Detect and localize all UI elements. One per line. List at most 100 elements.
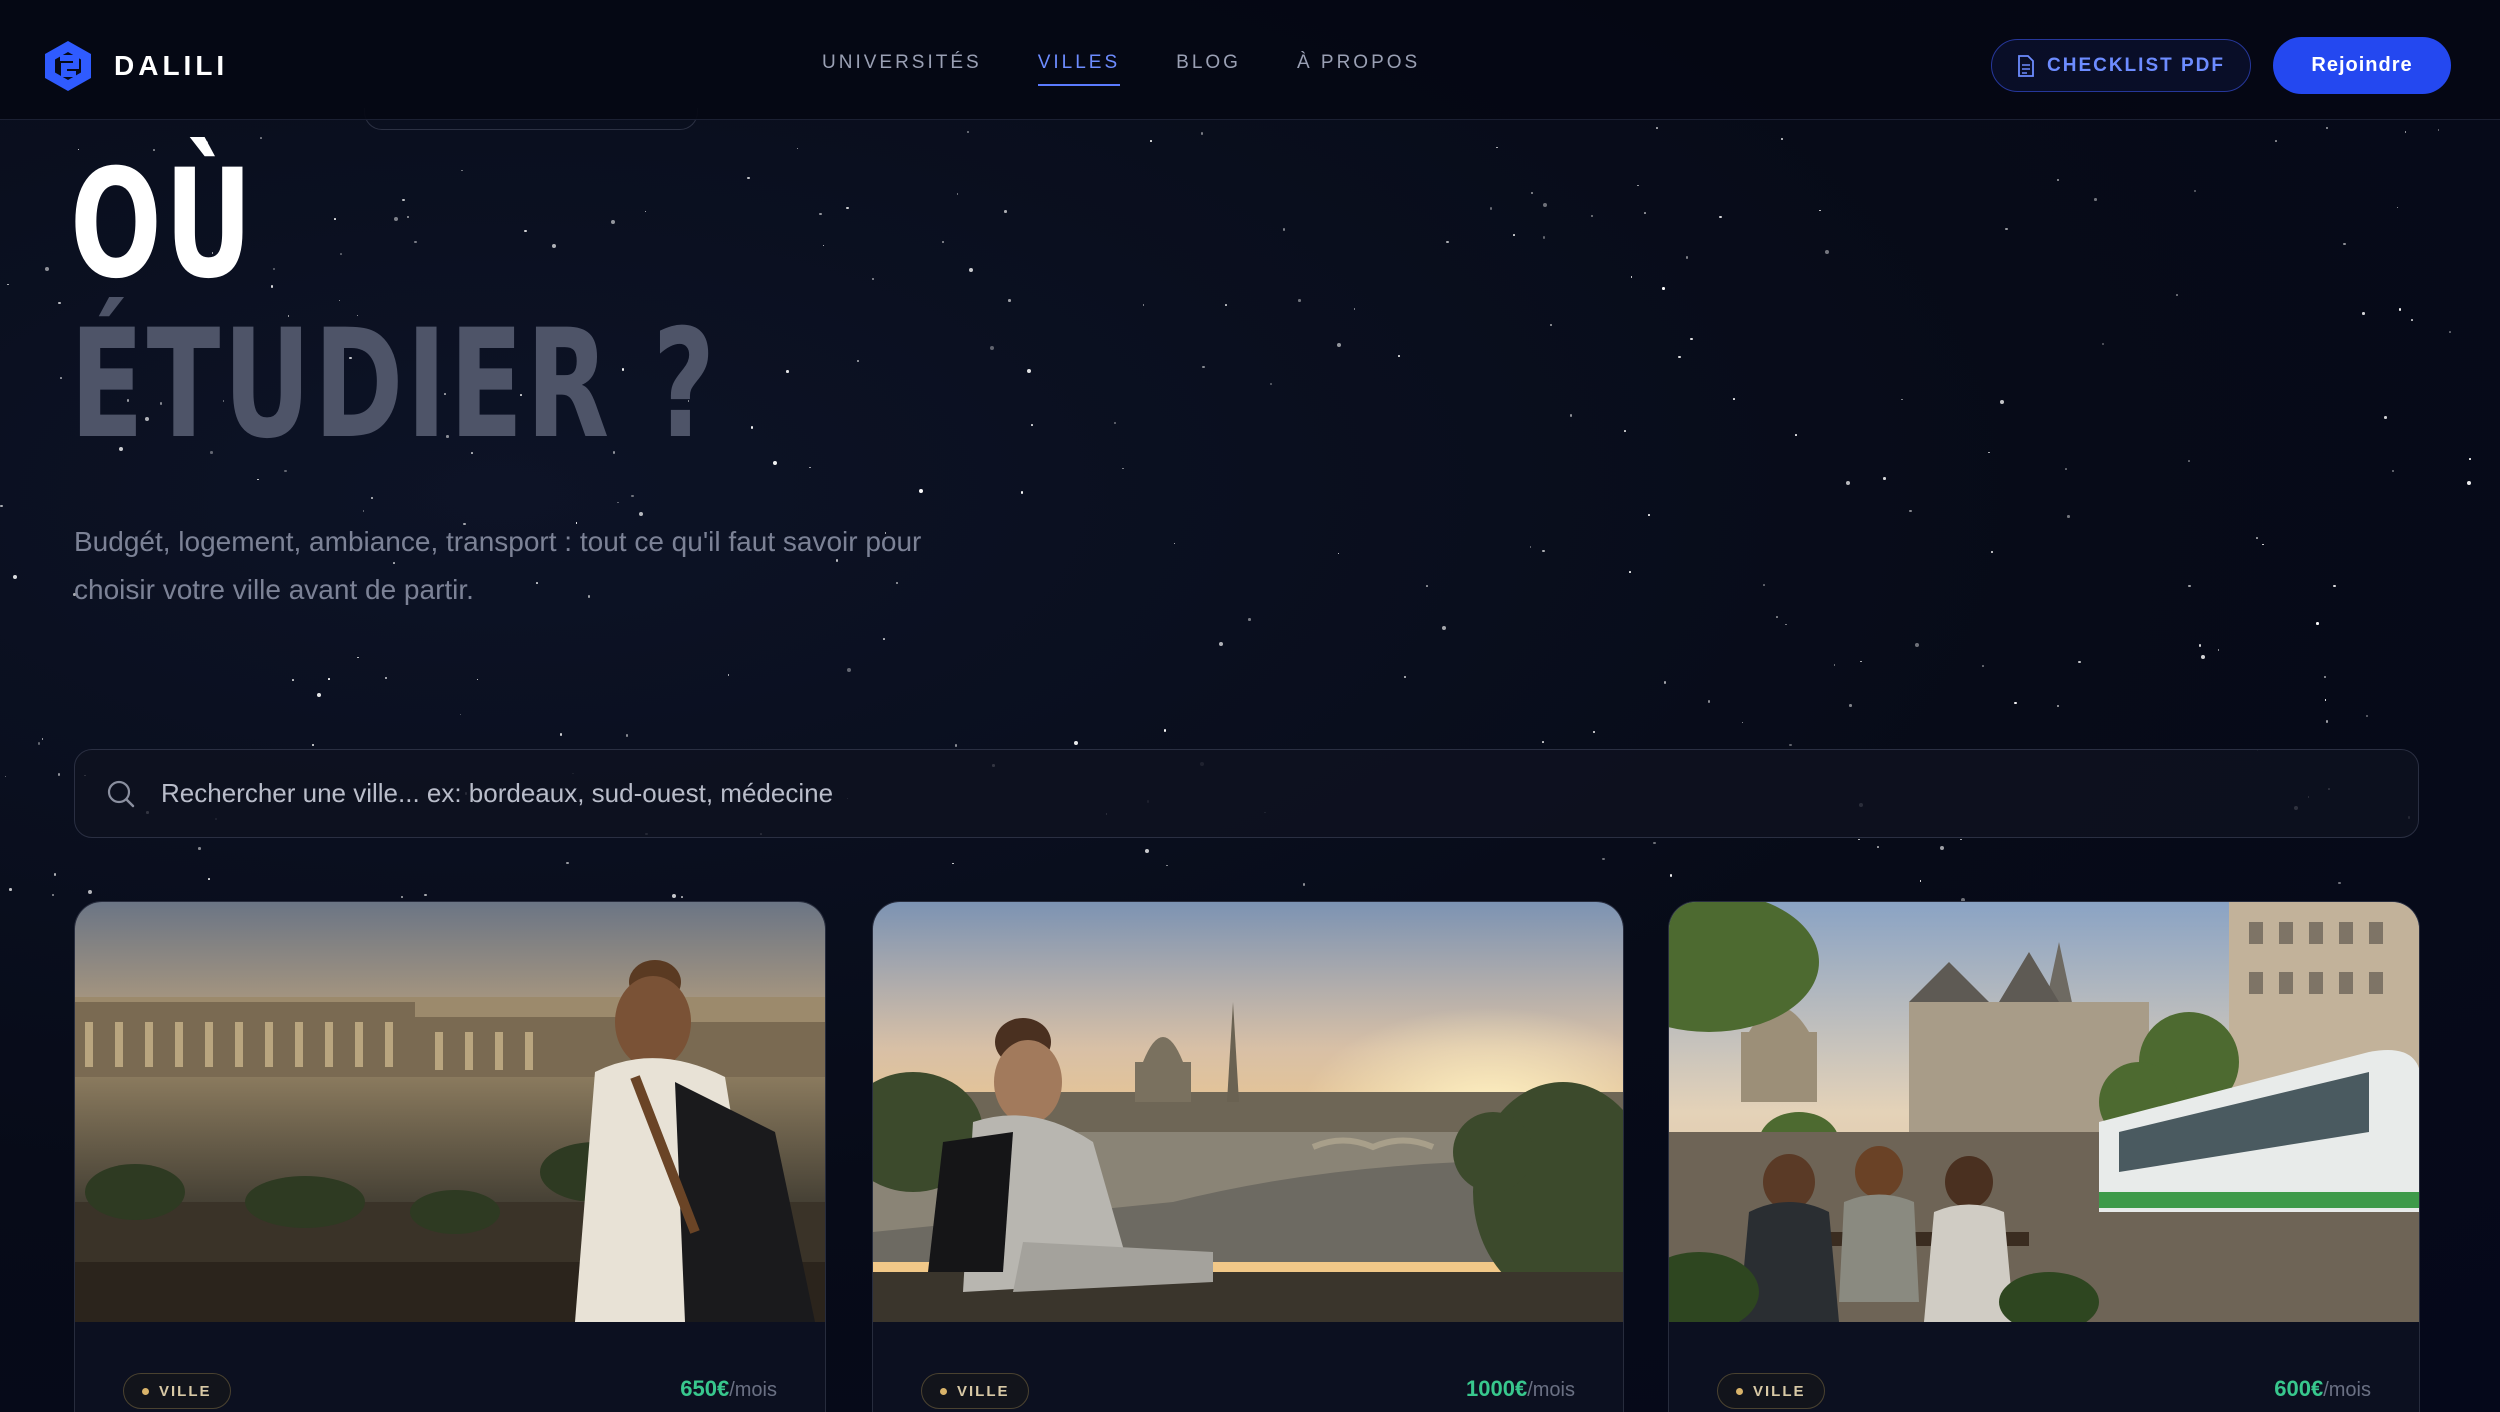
star-dot — [1915, 643, 1920, 648]
star-dot — [1403, 675, 1407, 679]
star-dot — [1630, 276, 1633, 278]
star-dot — [968, 268, 973, 273]
nav-link-universites[interactable]: UNIVERSITÉS — [822, 52, 982, 74]
star-dot — [0, 504, 3, 508]
star-dot — [1663, 681, 1667, 684]
hero-title-line1: OÙ — [70, 138, 256, 312]
star-dot — [316, 693, 321, 698]
star-dot — [1513, 233, 1515, 236]
star-dot — [2404, 131, 2407, 133]
star-dot — [311, 743, 314, 747]
star-dot — [639, 512, 644, 517]
star-dot — [88, 889, 93, 894]
star-dot — [1163, 729, 1167, 732]
star-dot — [951, 862, 954, 865]
city-card[interactable]: VILLE 1000€/mois — [872, 901, 1624, 1412]
star-dot — [340, 253, 342, 255]
join-button[interactable]: Rejoindre — [2273, 37, 2451, 94]
star-dot — [1549, 323, 1553, 327]
star-dot — [1398, 355, 1400, 357]
star-dot — [2188, 584, 2191, 588]
star-dot — [1795, 434, 1797, 436]
star-dot — [53, 873, 57, 876]
price-value: 1000€ — [1466, 1376, 1528, 1401]
checklist-pdf-button[interactable]: CHECKLIST PDF — [1991, 39, 2251, 92]
star-dot — [393, 217, 398, 222]
star-dot — [796, 147, 799, 150]
star-dot — [2101, 342, 2105, 346]
star-dot — [198, 847, 201, 850]
star-dot — [2188, 460, 2190, 462]
star-dot — [1569, 414, 1573, 417]
star-dot — [1883, 477, 1886, 480]
star-dot — [1707, 700, 1711, 703]
city-card[interactable]: VILLE 650€/mois — [74, 901, 826, 1412]
top-navbar: DALILI UNIVERSITÉS VILLES BLOG À PROPOS … — [0, 0, 2500, 120]
star-dot — [328, 677, 330, 680]
star-dot — [1919, 880, 1922, 882]
star-dot — [2056, 704, 2060, 708]
star-dot — [2193, 189, 2197, 193]
star-dot — [1248, 618, 1251, 621]
star-dot — [1678, 355, 1681, 359]
star-dot — [2198, 644, 2202, 647]
star-dot — [1008, 299, 1011, 302]
star-dot — [270, 285, 274, 288]
star-dot — [1073, 740, 1078, 745]
star-dot — [2396, 206, 2399, 209]
city-photo — [75, 902, 825, 1322]
star-dot — [1542, 202, 1547, 207]
star-dot — [819, 212, 822, 216]
star-dot — [334, 218, 336, 220]
star-dot — [7, 283, 9, 286]
star-dot — [400, 895, 404, 899]
star-dot — [750, 426, 754, 429]
price-value: 600€ — [2274, 1376, 2324, 1401]
star-dot — [1353, 307, 1356, 310]
star-dot — [2391, 469, 2395, 473]
city-badge: VILLE — [921, 1373, 1029, 1409]
star-dot — [2333, 584, 2336, 588]
star-dot — [37, 742, 41, 745]
star-dot — [402, 198, 405, 202]
star-dot — [362, 510, 365, 512]
star-dot — [773, 460, 778, 465]
star-dot — [1789, 743, 1792, 747]
star-dot — [1027, 368, 1032, 373]
brand-logo[interactable]: DALILI — [40, 38, 228, 94]
star-dot — [2067, 515, 2070, 518]
star-dot — [1690, 337, 1693, 341]
star-dot — [2398, 308, 2402, 311]
star-dot — [1336, 342, 1341, 347]
price-unit: /mois — [2323, 1379, 2371, 1401]
star-dot — [1669, 874, 1673, 877]
city-price: 600€/mois — [2274, 1376, 2371, 1402]
main-nav: UNIVERSITÉS VILLES BLOG À PROPOS — [822, 52, 1420, 86]
join-label: Rejoindre — [2311, 54, 2413, 76]
star-dot — [1202, 365, 1205, 369]
star-dot — [1909, 509, 1912, 513]
star-dot — [883, 638, 885, 640]
star-dot — [2466, 480, 2471, 485]
star-dot — [1529, 546, 1532, 549]
star-dot — [671, 893, 676, 898]
star-dot — [356, 656, 359, 659]
nav-link-a-propos[interactable]: À PROPOS — [1297, 52, 1420, 74]
star-dot — [2078, 660, 2081, 664]
hero-subtitle: Budgét, logement, ambiance, transport : … — [74, 526, 922, 605]
star-dot — [1846, 480, 1851, 485]
star-dot — [1150, 140, 1152, 142]
star-dot — [461, 169, 463, 172]
star-dot — [51, 893, 55, 897]
star-dot — [2323, 675, 2327, 679]
star-dot — [2384, 416, 2387, 419]
city-card[interactable]: VILLE 600€/mois — [1668, 901, 2420, 1412]
star-dot — [2343, 242, 2346, 246]
search-input[interactable] — [161, 750, 2361, 836]
nav-link-blog[interactable]: BLOG — [1176, 52, 1241, 74]
star-dot — [1302, 883, 1306, 886]
star-dot — [1542, 236, 1546, 239]
star-dot — [1590, 214, 1594, 218]
nav-link-villes[interactable]: VILLES — [1037, 52, 1121, 86]
star-dot — [786, 370, 789, 373]
